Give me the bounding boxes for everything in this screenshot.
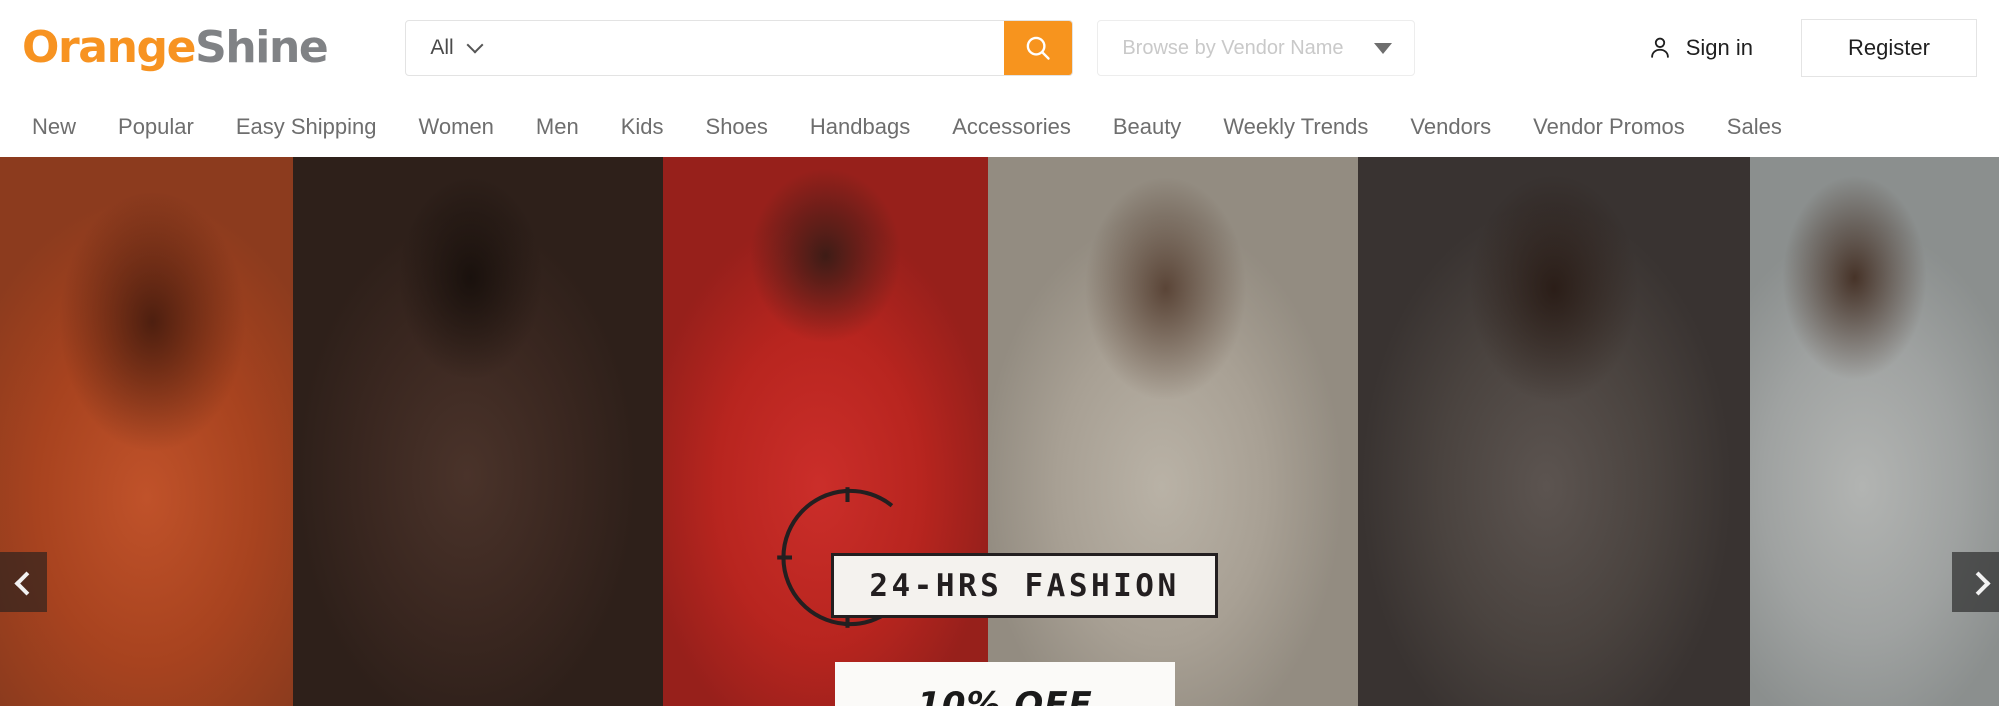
- user-icon: [1650, 37, 1669, 58]
- hero-carousel: 24-HRS FASHION 10% OFF FLAT OR FREE SHIP…: [0, 157, 1999, 706]
- chevron-down-icon: [469, 39, 482, 52]
- nav-item-easy-shipping[interactable]: Easy Shipping: [215, 115, 398, 138]
- search-button[interactable]: [1004, 21, 1073, 75]
- nav-item-beauty[interactable]: Beauty: [1092, 115, 1203, 138]
- nav-item-women[interactable]: Women: [398, 115, 515, 138]
- search-icon: [1027, 36, 1051, 60]
- hero-slide-1[interactable]: [0, 157, 293, 706]
- search-bar: All: [405, 20, 1074, 76]
- hero-headline-text: 24-HRS FASHION: [869, 567, 1180, 604]
- logo-text-shine: Shine: [195, 22, 329, 73]
- nav-item-kids[interactable]: Kids: [600, 115, 685, 138]
- nav-item-men[interactable]: Men: [515, 115, 600, 138]
- nav-item-vendor-promos[interactable]: Vendor Promos: [1512, 115, 1706, 138]
- hero-headline-box: 24-HRS FASHION: [831, 553, 1218, 618]
- vendor-dropdown-placeholder: Browse by Vendor Name: [1122, 36, 1344, 59]
- nav-item-handbags[interactable]: Handbags: [789, 115, 931, 138]
- nav-item-shoes[interactable]: Shoes: [685, 115, 789, 138]
- nav-item-new[interactable]: New: [24, 115, 97, 138]
- promo-discount-text: 10% OFF: [917, 684, 1093, 706]
- account-area: Sign in Register: [1647, 19, 1977, 77]
- carousel-next-button[interactable]: [1952, 552, 1999, 612]
- search-category-label: All: [430, 36, 454, 59]
- sign-in-link[interactable]: Sign in: [1647, 35, 1753, 61]
- register-button[interactable]: Register: [1801, 19, 1977, 77]
- hero-promo-box: 10% OFF FLAT OR FREE SHIPPING: [835, 662, 1175, 706]
- search-category-dropdown[interactable]: All: [406, 21, 503, 75]
- vendor-name-dropdown[interactable]: Browse by Vendor Name: [1097, 20, 1416, 76]
- sign-in-label: Sign in: [1685, 35, 1753, 60]
- triangle-down-icon: [1374, 42, 1393, 54]
- logo-text-orange: Orange: [22, 22, 196, 73]
- hero-slide-3[interactable]: [663, 157, 988, 706]
- nav-item-sales[interactable]: Sales: [1706, 115, 1803, 138]
- nav-item-popular[interactable]: Popular: [97, 115, 215, 138]
- hero-slide-strip: [0, 157, 1999, 706]
- site-header: Orange Shine All Browse by Vendor Name Si…: [0, 0, 1999, 96]
- hero-slide-5[interactable]: [1358, 157, 1750, 706]
- chevron-left-icon: [16, 574, 32, 590]
- hero-slide-2[interactable]: [293, 157, 663, 706]
- hero-slide-4[interactable]: [988, 157, 1358, 706]
- nav-item-vendors[interactable]: Vendors: [1389, 115, 1512, 138]
- nav-item-accessories[interactable]: Accessories: [931, 115, 1092, 138]
- chevron-right-icon: [1968, 574, 1984, 590]
- site-logo[interactable]: Orange Shine: [22, 22, 329, 73]
- nav-item-weekly-trends[interactable]: Weekly Trends: [1202, 115, 1389, 138]
- main-navigation: New Popular Easy Shipping Women Men Kids…: [0, 96, 1999, 157]
- hero-slide-6[interactable]: [1750, 157, 1999, 706]
- search-input[interactable]: [503, 21, 1005, 75]
- carousel-prev-button[interactable]: [0, 552, 47, 612]
